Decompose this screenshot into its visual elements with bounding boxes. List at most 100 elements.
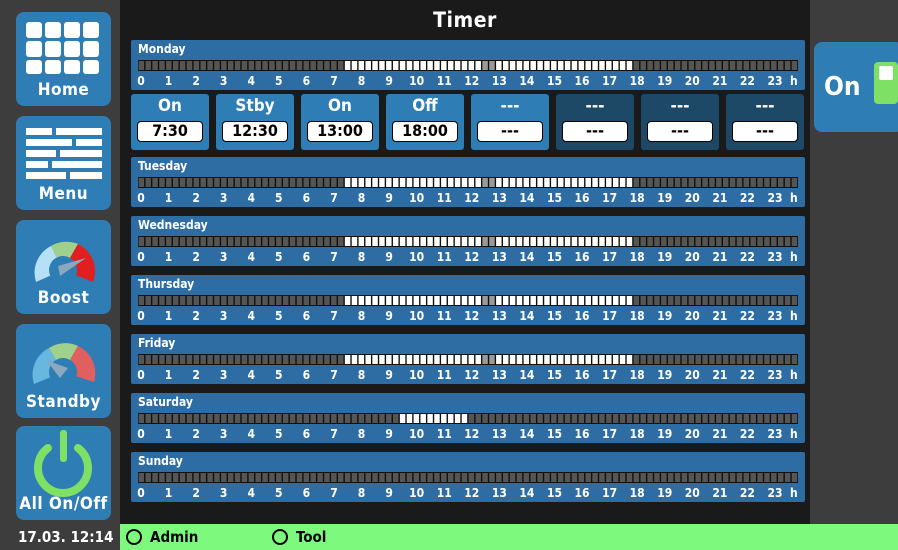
time-segment [647,178,653,187]
time-segment [310,237,316,246]
time-segment [317,355,323,364]
schedule-bar[interactable] [138,60,798,71]
time-segment [358,414,365,423]
time-segment [399,61,406,70]
hour-label: 19 [657,309,673,323]
hour-label: 7 [330,309,338,323]
hour-label: 18 [629,427,645,441]
timer-slot-8[interactable]: --- --- [726,94,804,150]
time-segment [399,414,406,423]
slot-time[interactable]: --- [647,121,713,142]
slot-time[interactable]: 7:30 [137,121,203,142]
timer-slot-7[interactable]: --- --- [641,94,719,150]
hour-label: 19 [657,368,673,382]
hour-label: 15 [546,427,562,441]
timer-slot-4[interactable]: Off 18:00 [386,94,464,150]
time-segment [654,237,660,246]
time-segment [784,178,791,187]
schedule-bar[interactable] [138,177,798,188]
hour-label: 3 [219,486,228,500]
timer-slot-1[interactable]: On 7:30 [131,94,209,150]
time-segment [489,296,495,305]
schedule-bar[interactable] [138,354,798,365]
hour-label: 19 [657,191,673,205]
time-segment [337,237,344,246]
schedule-bar[interactable] [138,472,798,483]
time-segment [750,237,756,246]
schedule-bar[interactable] [138,413,798,424]
hour-label: 4 [247,309,256,323]
menu-button[interactable]: Menu [16,116,111,210]
timer-slot-6[interactable]: --- --- [556,94,634,150]
time-segment [310,355,316,364]
toggle-state-label: On [824,72,861,102]
day-row-saturday[interactable]: Saturday 0 1 2 3 4 5 6 7 8 9 10 11 12 13 14 15 16 17 18 19 20… [131,393,805,443]
tool-item[interactable]: Tool [272,524,326,550]
slot-time[interactable]: --- [477,121,543,142]
hour-label: 5 [275,368,283,382]
time-segment [262,296,268,305]
time-segment [729,296,736,305]
time-segment [626,355,633,364]
day-row-thursday[interactable]: Thursday 0 1 2 3 4 5 6 7 8 9 10 11 12 13 14 15 16 17 18 19 20… [131,275,805,325]
time-segment [681,473,688,482]
time-segment [296,296,303,305]
slot-time[interactable]: --- [732,121,798,142]
day-row-monday[interactable]: Monday 0 1 2 3 4 5 6 7 8 9 10 11 12 13 14 15 16 17 18 19 20 21… [131,40,805,90]
slot-time[interactable]: 12:30 [222,121,288,142]
hour-axis: 0 1 2 3 4 5 6 7 8 9 10 11 12 13 14 15 16 17 18 19 20 21 22 23 h [137,486,798,500]
time-segment [489,473,495,482]
standby-button[interactable]: Standby [16,324,111,418]
time-segment [441,296,447,305]
time-segment [612,61,619,70]
day-row-tuesday[interactable]: Tuesday 0 1 2 3 4 5 6 7 8 9 10 11 12 13 14 15 16 17 18 19 20 2… [131,157,805,207]
time-segment [702,61,708,70]
time-segment [722,178,729,187]
time-segment [255,237,261,246]
time-segment [427,414,433,423]
schedule-bar[interactable] [138,295,798,306]
time-segment [468,178,475,187]
hour-label: 21 [712,74,728,88]
home-button[interactable]: Home [16,12,111,106]
toggle-switch[interactable] [874,62,898,104]
time-segment [736,355,743,364]
hour-suffix: h [790,368,798,382]
boost-button[interactable]: Boost [16,220,111,314]
hour-axis: 0 1 2 3 4 5 6 7 8 9 10 11 12 13 14 15 16 17 18 19 20 21 22 23 h [137,309,798,323]
time-segment [729,473,736,482]
day-row-wednesday[interactable]: Wednesday 0 1 2 3 4 5 6 7 8 9 10 11 12 13 14 15 16 17 18 19 2… [131,216,805,266]
time-segment [619,473,626,482]
slot-time[interactable]: 18:00 [392,121,458,142]
time-segment [145,473,151,482]
timer-slot-5[interactable]: --- --- [471,94,549,150]
time-segment [502,414,509,423]
time-segment [496,414,502,423]
time-segment [193,237,200,246]
time-segment [695,473,701,482]
day-row-sunday[interactable]: Sunday 0 1 2 3 4 5 6 7 8 9 10 11 12 13 14 15 16 17 18 19 20 21… [131,452,805,502]
time-segment [619,414,626,423]
hour-label: 23 [767,368,783,382]
time-segment [186,414,193,423]
schedule-bar[interactable] [138,236,798,247]
time-segment [227,414,234,423]
time-segment [413,178,420,187]
time-segment [461,355,468,364]
timer-slot-3[interactable]: On 13:00 [301,94,379,150]
hour-label: 18 [629,368,645,382]
time-segment [413,296,420,305]
user-item[interactable]: Admin [126,524,198,550]
time-segment [179,355,186,364]
slot-time[interactable]: --- [562,121,628,142]
slot-mode: --- [755,96,775,116]
slot-time[interactable]: 13:00 [307,121,373,142]
day-row-friday[interactable]: Friday 0 1 2 3 4 5 6 7 8 9 10 11 12 13 14 15 16 17 18 19 20 21… [131,334,805,384]
slot-mode: Stby [235,96,275,116]
time-segment [227,296,234,305]
time-segment [619,61,626,70]
timer-slot-2[interactable]: Stby 12:30 [216,94,294,150]
time-segment [234,414,241,423]
all-on-off-button[interactable]: All On/Off [16,426,111,520]
hour-label: 14 [519,368,535,382]
